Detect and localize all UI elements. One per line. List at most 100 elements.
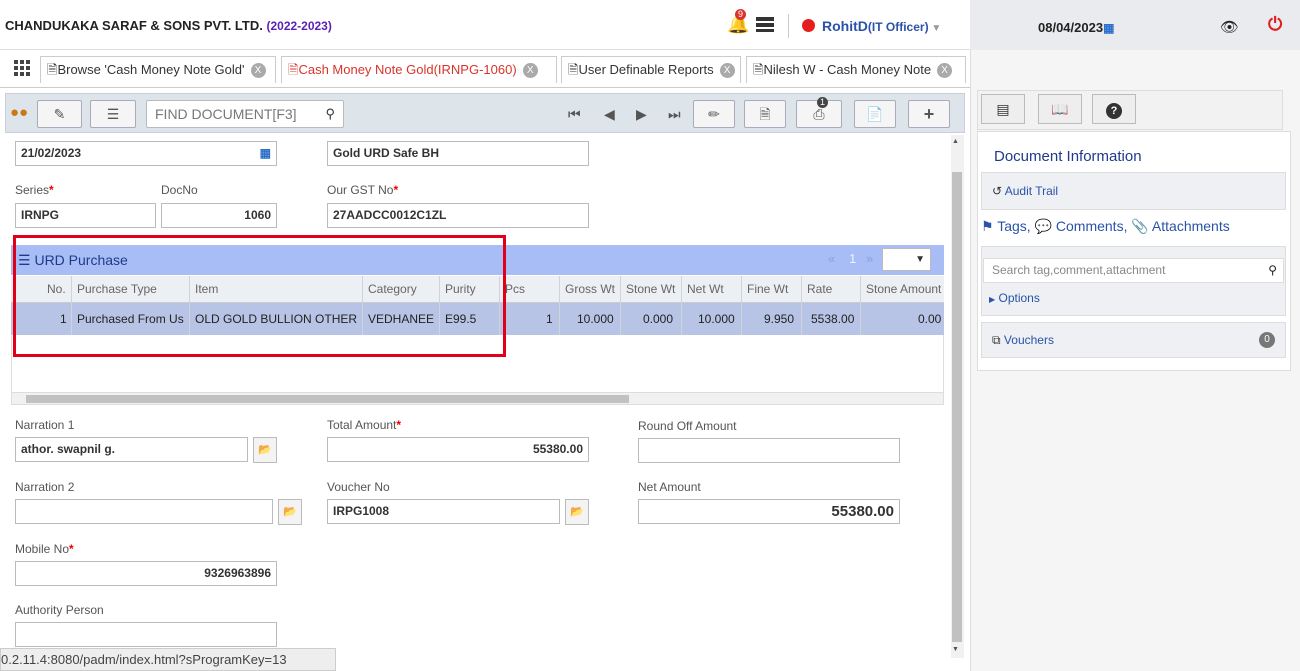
vouchers-link[interactable]: ⧉ Vouchers bbox=[992, 333, 1054, 348]
sidebar-help-button[interactable]: ? bbox=[1092, 94, 1136, 124]
voucher-no-label: Voucher No bbox=[327, 480, 390, 494]
folder-icon[interactable]: 📂 bbox=[565, 499, 589, 525]
close-icon[interactable]: X bbox=[719, 63, 735, 79]
pencil-icon: ✏ bbox=[708, 106, 720, 122]
col-pcs[interactable]: Pcs bbox=[505, 282, 525, 296]
company-name: CHANDUKAKA SARAF & SONS PVT. LTD. (2022-… bbox=[5, 18, 332, 33]
divider bbox=[801, 276, 802, 335]
first-record-icon[interactable]: ⏮ bbox=[568, 106, 581, 123]
horizontal-scrollbar[interactable] bbox=[11, 392, 944, 405]
question-icon: ? bbox=[1106, 103, 1122, 119]
narration1-field[interactable]: athor. swapnil g. bbox=[15, 437, 248, 462]
document-button[interactable]: 📄 bbox=[854, 100, 896, 128]
col-stone-wt[interactable]: Stone Wt bbox=[626, 282, 675, 296]
grid-menu-icon[interactable] bbox=[14, 60, 30, 76]
search-icon[interactable]: ⚲ bbox=[1268, 259, 1277, 282]
options-link[interactable]: ▶ Options bbox=[989, 291, 1040, 305]
calendar-icon[interactable]: ▦ bbox=[1103, 21, 1114, 35]
col-fine-wt[interactable]: Fine Wt bbox=[747, 282, 788, 296]
sidebar-book-button[interactable]: 📖 bbox=[1038, 94, 1082, 124]
total-amount-field[interactable]: 55380.00 bbox=[327, 437, 589, 462]
tab-browse[interactable]: 🗎Browse 'Cash Money Note Gold' X bbox=[40, 56, 276, 83]
delete-doc-button[interactable]: 🗎 bbox=[744, 100, 786, 128]
prev-page-icon[interactable]: « bbox=[828, 251, 835, 266]
tag-icon: ⚑ bbox=[981, 218, 994, 234]
authority-person-field[interactable] bbox=[15, 622, 277, 647]
round-off-field[interactable] bbox=[638, 438, 900, 463]
user-menu[interactable]: RohitD(IT Officer) ▼ bbox=[822, 18, 941, 34]
print-button[interactable]: ⎙ 1 bbox=[796, 97, 842, 128]
cell-fine-wt: 9.950 bbox=[764, 312, 795, 326]
divider bbox=[620, 276, 621, 335]
sidebar-list-button[interactable]: ▤ bbox=[981, 94, 1025, 124]
safe-field[interactable]: Gold URD Safe BH bbox=[327, 141, 589, 166]
scrollbar-thumb[interactable] bbox=[26, 395, 629, 403]
eye-slash-icon[interactable]: 👁 bbox=[1220, 18, 1239, 36]
add-button[interactable]: + bbox=[908, 100, 950, 128]
list-icon: ☰ bbox=[106, 106, 120, 122]
cell-stone-amount: 0.00 bbox=[918, 312, 942, 326]
folder-icon[interactable]: 📂 bbox=[253, 437, 277, 463]
tags-comments-attachments[interactable]: ⚑ Tags, 💬 Comments, 📎 Attachments bbox=[981, 218, 1230, 235]
tag-search-input[interactable]: Search tag,comment,attachment ⚲ bbox=[983, 258, 1284, 283]
divider bbox=[860, 276, 861, 335]
close-icon[interactable]: X bbox=[250, 63, 266, 79]
cell-pcs: 1 bbox=[546, 312, 553, 326]
date-field[interactable]: 21/02/2023 ▦ bbox=[15, 141, 277, 166]
audit-trail-link[interactable]: ↺ Audit Trail bbox=[992, 184, 1058, 198]
page-number[interactable]: 1 bbox=[849, 251, 856, 266]
page-size-select[interactable]: ▼ bbox=[882, 248, 931, 271]
find-document-input[interactable]: FIND DOCUMENT[F3] ⚲ bbox=[146, 100, 344, 128]
narration2-field[interactable] bbox=[15, 499, 273, 524]
notification-badge: 9 bbox=[735, 9, 747, 20]
previous-record-icon[interactable]: ◀ bbox=[604, 106, 615, 123]
panel-title: Document Information bbox=[994, 148, 1142, 165]
file-delete-icon: 🗎 bbox=[759, 106, 771, 122]
mobile-field[interactable]: 9326963896 bbox=[15, 561, 277, 586]
col-net-wt[interactable]: Net Wt bbox=[687, 282, 724, 296]
list-button[interactable]: ☰ bbox=[90, 100, 136, 128]
calendar-icon[interactable]: ▦ bbox=[260, 142, 271, 165]
mobile-label: Mobile No* bbox=[15, 542, 74, 556]
col-rate[interactable]: Rate bbox=[807, 282, 832, 296]
current-date[interactable]: 08/04/2023▦ bbox=[1038, 20, 1114, 35]
vertical-scrollbar[interactable]: ▲ ▼ bbox=[951, 135, 964, 658]
voucher-no-field[interactable]: IRPG1008 bbox=[327, 499, 560, 524]
next-record-icon[interactable]: ▶ bbox=[636, 106, 647, 123]
close-icon[interactable]: X bbox=[522, 63, 538, 79]
net-amount-field[interactable]: 55380.00 bbox=[638, 499, 900, 524]
status-dot bbox=[802, 19, 815, 32]
col-gross-wt[interactable]: Gross Wt bbox=[565, 282, 615, 296]
tab-cash-money-note-gold[interactable]: 🗎Cash Money Note Gold(IRNPG-1060) X bbox=[281, 56, 557, 83]
list-icon: ▤ bbox=[996, 101, 1010, 117]
financial-year: (2022-2023) bbox=[266, 19, 332, 33]
last-record-icon[interactable]: ⏭ bbox=[668, 106, 681, 123]
power-icon[interactable]: ⏻ bbox=[1268, 14, 1282, 35]
scroll-down-icon[interactable]: ▼ bbox=[952, 646, 959, 653]
series-field[interactable]: IRNPG bbox=[15, 203, 156, 228]
divider bbox=[788, 14, 789, 38]
cell-stone-wt: 0.000 bbox=[643, 312, 674, 326]
vouchers-count-badge: 0 bbox=[1259, 332, 1275, 348]
tab-nilesh-cash-money-note[interactable]: 🗎Nilesh W - Cash Money Note X bbox=[746, 56, 966, 83]
search-icon[interactable]: ⚲ bbox=[325, 101, 335, 127]
users-icon[interactable]: ●● bbox=[10, 104, 28, 121]
header-right bbox=[970, 0, 1300, 50]
file-icon: 🗎 bbox=[753, 62, 764, 77]
col-stone-amount[interactable]: Stone Amount bbox=[866, 282, 941, 296]
scroll-up-icon[interactable]: ▲ bbox=[952, 138, 959, 145]
edit-button[interactable]: ✎ bbox=[37, 100, 82, 128]
gst-field[interactable]: 27AADCC0012C1ZL bbox=[327, 203, 589, 228]
total-amount-label: Total Amount* bbox=[327, 418, 402, 432]
scrollbar-thumb[interactable] bbox=[952, 172, 962, 642]
pencil-button[interactable]: ✏ bbox=[693, 100, 735, 128]
docno-field[interactable]: 1060 bbox=[161, 203, 277, 228]
next-page-icon[interactable]: » bbox=[866, 251, 873, 266]
server-icon[interactable] bbox=[756, 17, 774, 32]
folder-icon[interactable]: 📂 bbox=[278, 499, 302, 525]
toolbar: ●● ✎ ☰ FIND DOCUMENT[F3] ⚲ ⏮ ◀ ▶ ⏭ ✏ 🗎 ⎙ 1… bbox=[5, 93, 965, 133]
tab-user-definable-reports[interactable]: 🗎User Definable Reports X bbox=[561, 56, 741, 83]
series-label: Series* bbox=[15, 183, 54, 197]
divider bbox=[741, 276, 742, 335]
close-icon[interactable]: X bbox=[937, 63, 953, 79]
